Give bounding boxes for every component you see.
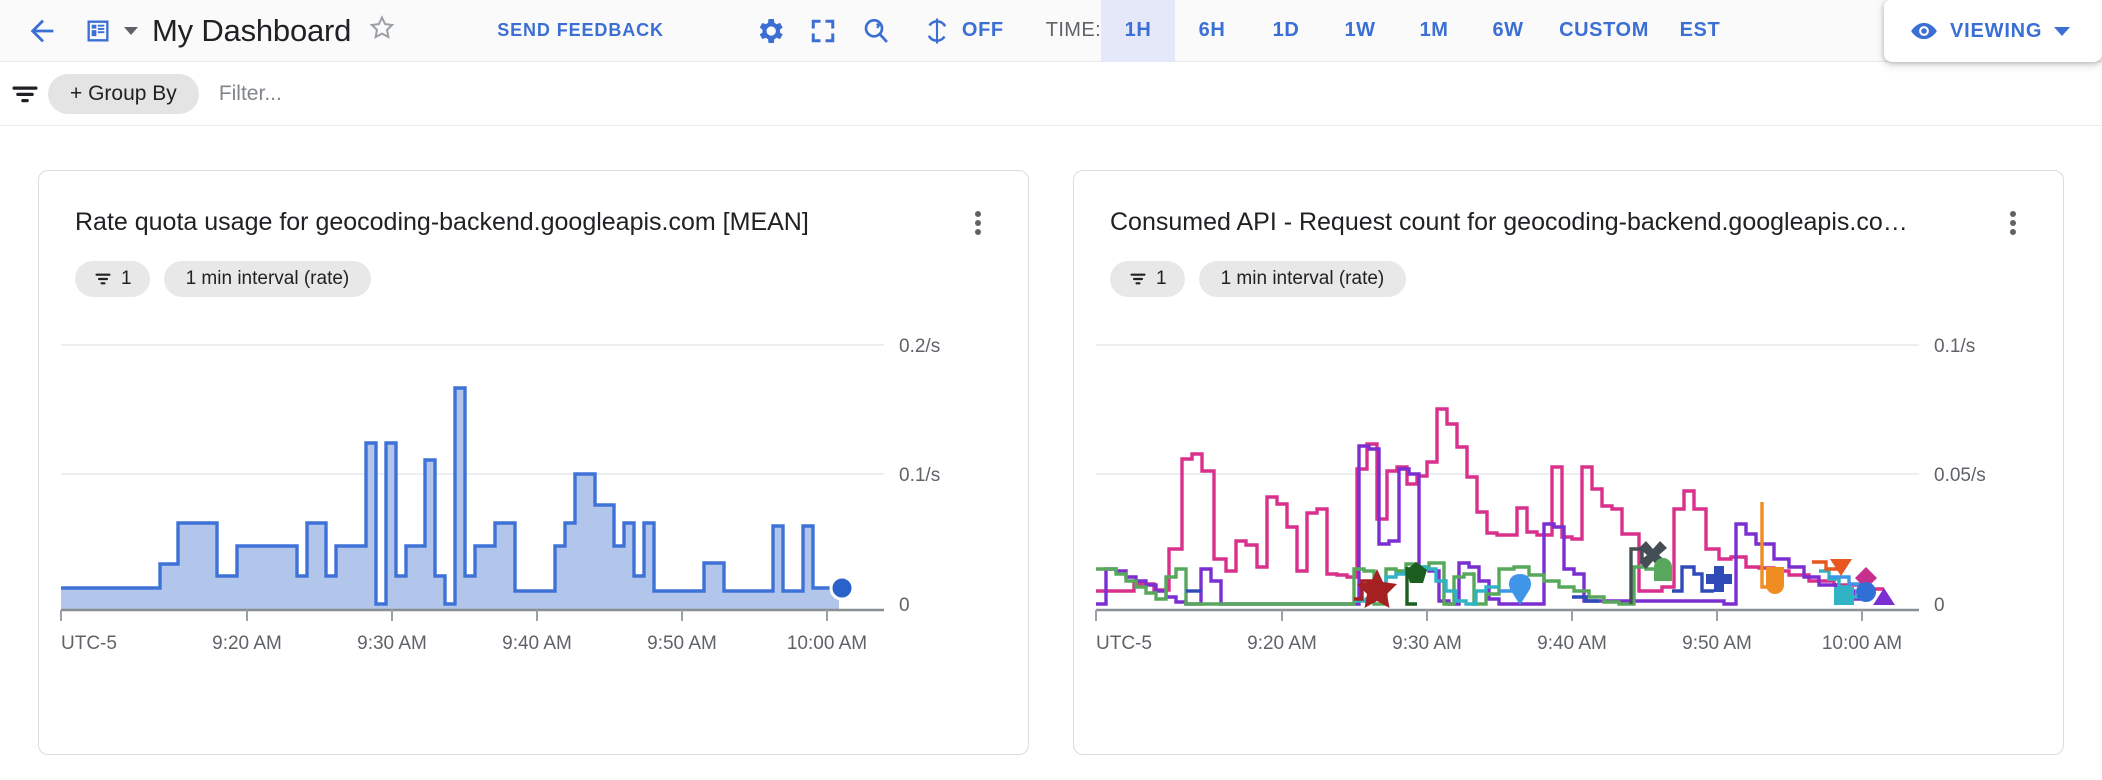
chevron-down-icon[interactable] [2054,27,2070,36]
xtick-utc: UTC-5 [61,633,117,654]
time-range-1d[interactable]: 1D [1249,0,1323,62]
search-reset-icon[interactable] [860,15,892,47]
time-range-6w[interactable]: 6W [1471,0,1545,62]
chart-card-consumed-api: Consumed API - Request count for geocodi… [1073,170,2064,755]
xtick-950: 9:50 AM [1682,633,1752,654]
rate-quota-svg: 0.2/s 0.1/s 0 UTC-5 9:20 AM [39,319,1005,679]
filter-list-icon[interactable] [10,79,40,109]
refresh-state-label: OFF [962,19,1004,42]
filter-count-chip[interactable]: 1 [75,261,150,297]
interval-chip[interactable]: 1 min interval (rate) [164,261,372,297]
fullscreen-icon[interactable] [808,16,838,46]
more-vert-icon[interactable] [1997,207,2029,239]
filter-icon [1128,269,1148,289]
group-by-chip[interactable]: + Group By [48,74,199,114]
gear-icon[interactable] [754,15,786,47]
card-title: Rate quota usage for geocoding-backend.g… [75,207,950,237]
end-marker-teardrop [1509,574,1531,605]
xtick-940: 9:40 AM [1537,633,1607,654]
xtick-930: 9:30 AM [357,633,427,654]
ytick-0.1: 0.1/s [1934,336,1975,357]
filter-icon [93,269,113,289]
eye-icon [1910,17,1938,45]
time-range-6h[interactable]: 6H [1175,0,1249,62]
end-marker-square-teal [1834,587,1854,605]
ytick-0: 0 [899,595,910,616]
series-magenta [1096,409,1884,591]
xtick-1000: 10:00 AM [787,633,867,654]
ytick-0.1: 0.1/s [899,465,940,486]
end-marker-plus [1706,566,1732,592]
star-outline-icon[interactable] [367,13,397,48]
end-marker-square-orange [1766,567,1784,594]
filter-count-label: 1 [121,268,132,290]
xtick-940: 9:40 AM [502,633,572,654]
card-title: Consumed API - Request count for geocodi… [1110,207,1985,237]
viewing-mode-label: VIEWING [1950,20,2042,43]
filter-count-chip[interactable]: 1 [1110,261,1185,297]
end-marker-circle-blue [1856,582,1876,602]
send-feedback-button[interactable]: SEND FEEDBACK [497,20,664,41]
x-axis-ticks [61,610,827,621]
time-range-buttons: 1H 6H 1D 1W 1M 6W CUSTOM EST [1101,0,1737,62]
x-axis-ticks [1096,610,1862,621]
time-range-est[interactable]: EST [1663,0,1737,62]
xtick-utc: UTC-5 [1096,633,1152,654]
ytick-0.05: 0.05/s [1934,465,1986,486]
xtick-930: 9:30 AM [1392,633,1462,654]
refresh-icon [922,16,952,46]
time-range-1m[interactable]: 1M [1397,0,1471,62]
end-marker-rounded-square [1654,558,1672,581]
xtick-1000: 10:00 AM [1822,633,1902,654]
dashboard-icon[interactable] [74,7,122,55]
ytick-0.2: 0.2/s [899,336,940,357]
page-title: My Dashboard [152,13,351,49]
viewing-mode-button[interactable]: VIEWING [1884,0,2102,62]
auto-refresh-toggle[interactable]: OFF [922,16,1004,46]
time-range-1h[interactable]: 1H [1101,0,1175,62]
chart-card-rate-quota-usage: Rate quota usage for geocoding-backend.g… [38,170,1029,755]
time-range-custom[interactable]: CUSTOM [1545,0,1663,62]
card-chips: 1 1 min interval (rate) [1074,239,2063,297]
time-range-label: TIME: [1046,19,1101,42]
time-range-1w[interactable]: 1W [1323,0,1397,62]
back-arrow-icon[interactable] [18,7,66,55]
xtick-920: 9:20 AM [212,633,282,654]
xtick-950: 9:50 AM [647,633,717,654]
dashboard-dropdown-caret-icon[interactable] [124,27,138,35]
filter-input[interactable]: Filter... [219,82,282,106]
chart-plot-area-rate-quota[interactable]: 0.2/s 0.1/s 0 UTC-5 9:20 AM [39,319,1028,679]
consumed-api-svg: 0.1/s 0.05/s 0 [1074,319,2040,679]
filter-count-label: 1 [1156,268,1167,290]
card-header: Rate quota usage for geocoding-backend.g… [39,207,1028,239]
filter-bar: + Group By Filter... [0,62,2102,126]
chart-plot-area-consumed-api[interactable]: 0.1/s 0.05/s 0 [1074,319,2063,679]
card-chips: 1 1 min interval (rate) [39,239,1028,297]
dashboard-cards: Rate quota usage for geocoding-backend.g… [0,170,2102,755]
card-header: Consumed API - Request count for geocodi… [1074,207,2063,239]
toolbar-icon-group [754,15,892,47]
xtick-920: 9:20 AM [1247,633,1317,654]
interval-chip[interactable]: 1 min interval (rate) [1199,261,1407,297]
series-end-marker-circle [831,577,853,599]
ytick-0: 0 [1934,595,1945,616]
top-toolbar: My Dashboard SEND FEEDBACK OFF TIME: 1H … [0,0,2102,62]
more-vert-icon[interactable] [962,207,994,239]
